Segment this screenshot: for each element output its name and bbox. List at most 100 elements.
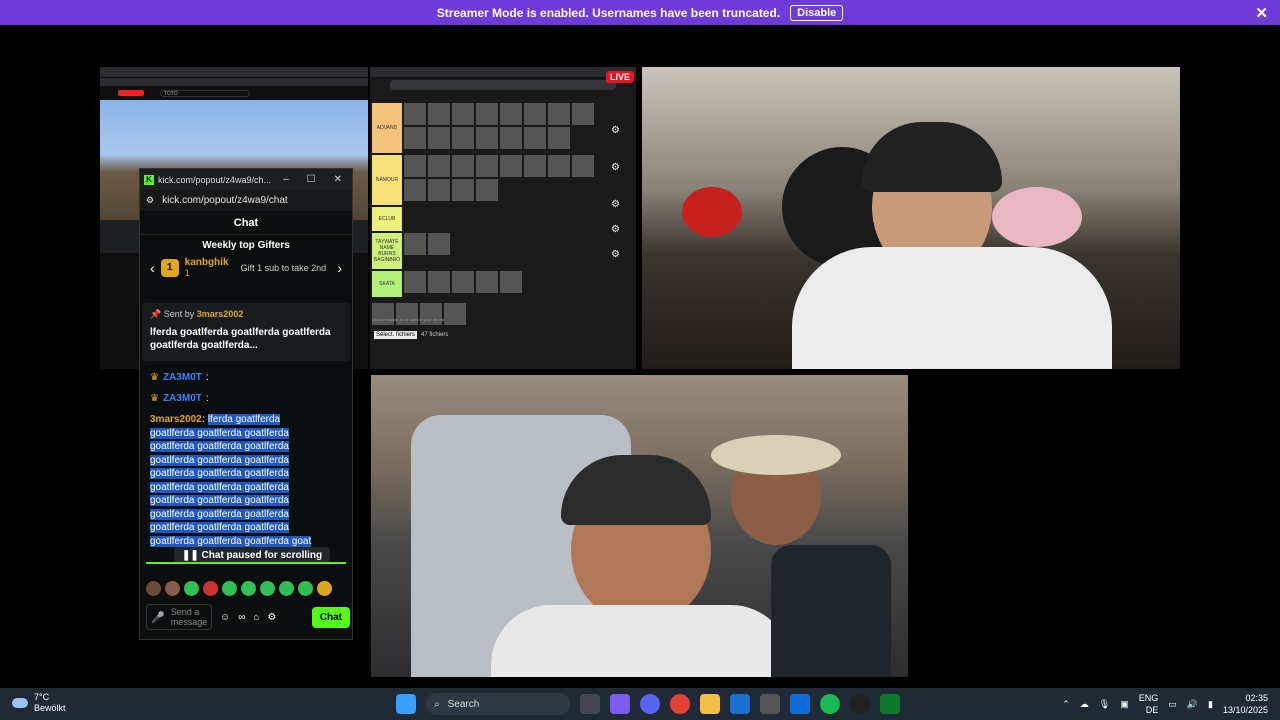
url-bar[interactable]: ⚙ kick.com/popout/z4wa9/chat	[140, 190, 352, 211]
window-titlebar[interactable]: K kick.com/popout/z4wa9/ch... – ☐ ✕	[140, 169, 352, 190]
file-count: 47 fichiers	[421, 332, 449, 338]
select-files-button: Sélect. fichiers	[374, 331, 418, 339]
message-text: lferda goatlferda goatlferda goatlferda …	[150, 414, 312, 547]
system-tray: ⌃ ☁ 🎙 ▣ ENG DE ▭ 🔊 ▮ 02:35 13/10/2025	[1062, 692, 1268, 716]
microphone-icon[interactable]: 🎙	[1099, 699, 1110, 710]
windows-start-icon[interactable]	[396, 694, 416, 714]
copilot-icon[interactable]	[610, 694, 630, 714]
time: 02:35	[1245, 693, 1268, 703]
store-icon[interactable]: ⌂	[253, 612, 259, 623]
kick-chat-popout[interactable]: K kick.com/popout/z4wa9/ch... – ☐ ✕ ⚙ ki…	[139, 168, 353, 640]
onedrive-icon[interactable]: ☁	[1080, 699, 1089, 710]
address-bar	[390, 80, 616, 90]
input-placeholder: Send a message	[170, 607, 208, 627]
chat-messages: ♛ ZA3M0T : ♛ ZA3M0T : 3mars2002: lferda …	[140, 361, 352, 548]
emote[interactable]	[298, 581, 313, 596]
close-icon[interactable]: ✕	[1255, 4, 1268, 22]
chevron-left-icon[interactable]: ‹	[150, 260, 155, 276]
file-select-row: Sélect. fichiers 47 fichiers	[374, 331, 448, 339]
display-icon[interactable]: ▣	[1120, 699, 1129, 710]
emote[interactable]	[146, 581, 161, 596]
url-text: kick.com/popout/z4wa9/chat	[162, 195, 288, 206]
weather-text: Bewölkt	[34, 703, 66, 713]
gear-icon: ⚙	[611, 249, 620, 260]
kick-logo-icon: K	[144, 174, 154, 185]
minimize-icon[interactable]: –	[283, 174, 289, 185]
username[interactable]: ZA3M0T	[163, 392, 202, 406]
chat-header: Chat	[140, 211, 352, 235]
pinned-by: 📌 Sent by 3mars2002	[150, 309, 342, 320]
battery-icon[interactable]: ▮	[1208, 699, 1213, 710]
gear-icon: ⚙	[611, 162, 620, 173]
emote[interactable]	[260, 581, 275, 596]
file-explorer-icon[interactable]	[700, 694, 720, 714]
browser-tabs	[100, 67, 368, 78]
camera-feed-streamer	[642, 67, 1180, 369]
tier-row-label: ADVAND	[372, 103, 402, 153]
chevron-up-icon[interactable]: ⌃	[1062, 699, 1070, 710]
tier-footer-text: Upload images to be used in your tier li…	[372, 317, 445, 322]
microphone-icon[interactable]: 🎤	[151, 611, 165, 624]
browser-bookmarks	[100, 78, 368, 86]
emote-bar[interactable]	[146, 581, 332, 596]
chat-input[interactable]: 🎤 Send a message	[146, 604, 212, 630]
network-icon[interactable]: ▭	[1168, 699, 1177, 710]
username[interactable]: ZA3M0T	[163, 371, 202, 385]
pinned-by-label: Sent by	[163, 309, 195, 319]
streamer-mode-banner: Streamer Mode is enabled. Usernames have…	[0, 0, 1280, 25]
crown-icon: ♛	[150, 371, 159, 383]
emote[interactable]	[165, 581, 180, 596]
live-badge: LIVE	[606, 71, 635, 83]
disable-button[interactable]: Disable	[790, 4, 844, 21]
emote[interactable]	[203, 581, 218, 596]
close-icon[interactable]: ✕	[334, 174, 342, 185]
banner-text: Streamer Mode is enabled. Usernames have…	[436, 5, 781, 20]
task-view-icon[interactable]	[580, 694, 600, 714]
emote[interactable]	[279, 581, 294, 596]
obs-icon[interactable]	[850, 694, 870, 714]
site-settings-icon[interactable]: ⚙	[146, 195, 154, 206]
plush-decoration	[992, 187, 1082, 247]
send-chat-button[interactable]: Chat	[311, 606, 350, 628]
clock[interactable]: 02:35 13/10/2025	[1223, 692, 1268, 716]
emote[interactable]	[222, 581, 237, 596]
app-icon[interactable]	[760, 694, 780, 714]
rank-badge: 1	[160, 258, 179, 277]
message-text: :	[205, 371, 209, 383]
language-indicator[interactable]: ENG DE	[1139, 692, 1159, 716]
weather-widget[interactable]: 7°C Bewölkt	[12, 692, 66, 714]
emote[interactable]	[317, 581, 332, 596]
gear-icon: ⚙	[611, 125, 620, 136]
tier-thumbnails	[404, 271, 604, 293]
emote-picker-icon[interactable]: ☺	[220, 612, 230, 623]
tier-thumbnails	[404, 233, 604, 255]
spotify-icon[interactable]	[820, 694, 840, 714]
heart-decoration	[682, 187, 742, 237]
taskbar-search[interactable]: ⌕ Search	[426, 693, 570, 715]
store-icon[interactable]	[730, 694, 750, 714]
browser-tabs	[370, 67, 636, 78]
chevron-right-icon[interactable]: ›	[337, 260, 342, 276]
maximize-icon[interactable]: ☐	[307, 174, 316, 185]
chrome-icon[interactable]	[670, 694, 690, 714]
volume-icon[interactable]: 🔊	[1187, 699, 1198, 710]
nvidia-icon[interactable]	[880, 694, 900, 714]
discord-icon[interactable]	[640, 694, 660, 714]
link-icon[interactable]: ∞	[238, 612, 245, 623]
pinned-message[interactable]: 📌 Sent by 3mars2002 lferda goatlferda go…	[142, 303, 350, 361]
language-bottom: DE	[1145, 705, 1159, 715]
chat-message: 3mars2002: lferda goatlferda goatlferda …	[150, 413, 326, 548]
pinned-text: lferda goatlferda goatlferda goatlferda …	[150, 327, 331, 351]
username[interactable]: 3mars2002:	[150, 414, 205, 425]
gift-sub-hint: Gift 1 sub to take 2nd	[240, 262, 327, 273]
paused-text: Chat paused for scrolling	[201, 550, 323, 561]
hat	[711, 435, 841, 475]
vscode-icon[interactable]	[790, 694, 810, 714]
emote[interactable]	[241, 581, 256, 596]
tier-row-label: NAMOUR	[372, 155, 402, 205]
taskbar-apps: ⌕ Search	[396, 693, 900, 715]
settings-icon[interactable]: ⚙	[267, 612, 276, 623]
tier-thumbnails	[404, 103, 604, 149]
message-text: :	[205, 392, 209, 404]
emote[interactable]	[184, 581, 199, 596]
